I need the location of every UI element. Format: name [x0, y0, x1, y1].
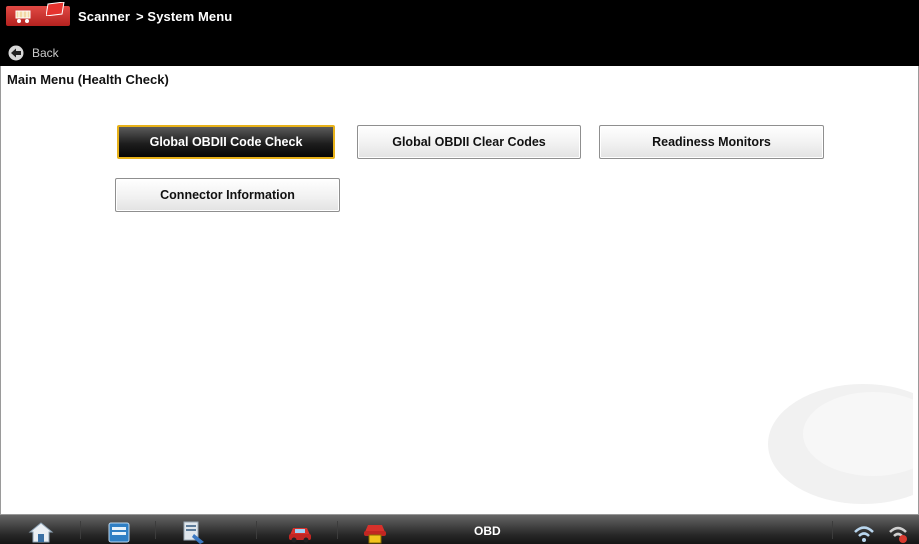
- readiness-monitors-button[interactable]: Readiness Monitors: [599, 125, 824, 159]
- connection-status-icon[interactable]: [886, 520, 910, 544]
- taskbar-divider: [155, 521, 156, 539]
- breadcrumb: > System Menu: [136, 9, 233, 24]
- back-bar: Back: [0, 40, 919, 66]
- global-obdii-clear-codes-button[interactable]: Global OBDII Clear Codes: [357, 125, 581, 159]
- global-obdii-code-check-button[interactable]: Global OBDII Code Check: [117, 125, 335, 159]
- home-icon[interactable]: [28, 520, 54, 544]
- mode-label: OBD: [474, 524, 501, 538]
- taskbar-divider: [337, 521, 338, 539]
- scanner-icon[interactable]: [106, 520, 132, 544]
- back-label: Back: [32, 46, 59, 60]
- app-name: Scanner: [78, 9, 131, 24]
- app-logo: [6, 2, 70, 26]
- window-title: Scanner > System Menu: [78, 9, 232, 24]
- flag-icon: [46, 2, 65, 16]
- back-button[interactable]: Back: [8, 43, 59, 63]
- wireless-icon[interactable]: [851, 520, 877, 544]
- taskbar-divider: [832, 521, 833, 539]
- back-arrow-icon: [8, 45, 24, 61]
- taskbar-divider: [80, 521, 81, 539]
- vehicle-icon[interactable]: [287, 520, 313, 544]
- main-content: Global OBDII Code Check Global OBDII Cle…: [8, 92, 913, 514]
- vehicle-info-icon[interactable]: [362, 520, 388, 544]
- taskbar: OBD: [0, 514, 919, 544]
- title-bar: Scanner > System Menu: [0, 0, 919, 40]
- background-watermark: [768, 384, 913, 504]
- page-title: Main Menu (Health Check): [7, 72, 169, 87]
- taskbar-divider: [256, 521, 257, 539]
- cart-icon: [15, 10, 31, 23]
- tools-icon[interactable]: [180, 520, 206, 544]
- connector-information-button[interactable]: Connector Information: [115, 178, 340, 212]
